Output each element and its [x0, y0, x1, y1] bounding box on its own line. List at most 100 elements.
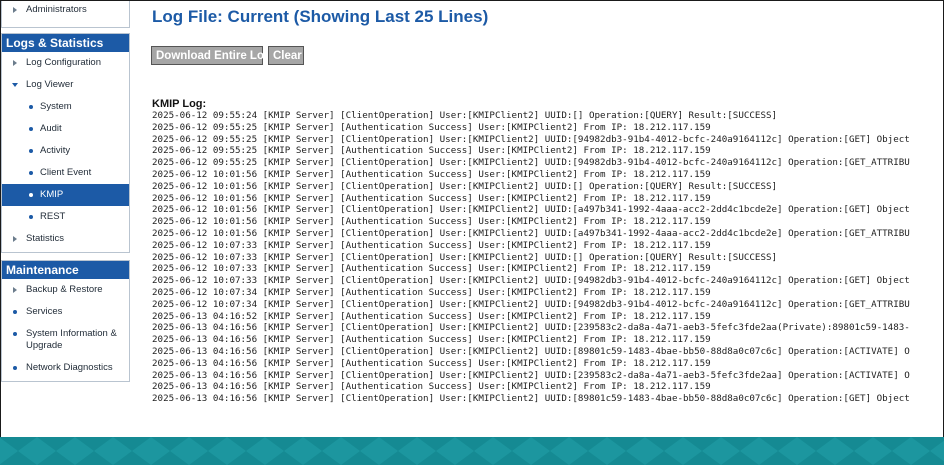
- sidebar-item-label: Client Event: [40, 167, 92, 178]
- log-output: 2025-06-12 09:55:24 [KMIP Server] [Clien…: [152, 110, 943, 410]
- log-line: 2025-06-13 04:16:56 [KMIP Server] [Clien…: [152, 369, 910, 381]
- footer-diamond: [0, 437, 18, 465]
- chevron-down-icon: [12, 83, 18, 87]
- chevron-right-icon: [13, 7, 17, 13]
- log-line: 2025-06-12 09:55:25 [KMIP Server] [Clien…: [152, 133, 910, 145]
- bullet-dot-icon: [29, 171, 33, 175]
- footer-diamond: [512, 437, 550, 465]
- sidebar-item-label: Services: [26, 306, 63, 317]
- app-window: Administrators Logs & Statistics Log Con…: [0, 0, 944, 438]
- log-line: 2025-06-13 04:16:52 [KMIP Server] [Authe…: [152, 310, 711, 322]
- clear-log-button[interactable]: Clear: [268, 46, 304, 65]
- sidebar-item-system-information[interactable]: System Information & Upgrade: [2, 323, 129, 357]
- footer-diamond: [18, 437, 56, 465]
- sidebar-item-statistics[interactable]: Statistics: [2, 228, 129, 250]
- bullet-dot-icon: [13, 310, 17, 314]
- sidebar-item-backup-restore[interactable]: Backup & Restore: [2, 279, 129, 301]
- sidebar-group-admin: Administrators: [1, 1, 130, 28]
- sidebar-item-audit[interactable]: Audit: [2, 118, 129, 140]
- footer-diamond: [892, 437, 930, 465]
- log-line: 2025-06-12 10:07:33 [KMIP Server] [Clien…: [152, 251, 778, 263]
- bullet-dot-icon: [13, 332, 17, 336]
- page-title: Log File: Current (Showing Last 25 Lines…: [152, 7, 489, 26]
- bullet-dot-icon: [29, 105, 33, 109]
- log-line: 2025-06-12 09:55:24 [KMIP Server] [Clien…: [152, 110, 778, 121]
- sidebar-item-label: Audit: [40, 123, 62, 134]
- log-line: 2025-06-12 10:07:33 [KMIP Server] [Authe…: [152, 263, 711, 275]
- sidebar-item-activity[interactable]: Activity: [2, 140, 129, 162]
- footer-diamond: [626, 437, 664, 465]
- footer-diamond: [550, 437, 588, 465]
- log-line: 2025-06-12 09:55:25 [KMIP Server] [Authe…: [152, 145, 711, 157]
- sidebar-item-label: System: [40, 101, 72, 112]
- log-line: 2025-06-12 10:01:56 [KMIP Server] [Clien…: [152, 204, 910, 216]
- log-line: 2025-06-12 10:01:56 [KMIP Server] [Authe…: [152, 168, 711, 180]
- sidebar-item-label: System Information &: [26, 328, 117, 339]
- footer-diamond: [170, 437, 208, 465]
- download-log-button[interactable]: Download Entire Log: [151, 46, 271, 65]
- bullet-dot-icon: [29, 127, 33, 131]
- sidebar-item-client-event[interactable]: Client Event: [2, 162, 129, 184]
- footer-diamond: [246, 437, 284, 465]
- sidebar-item-label: Backup & Restore: [26, 284, 103, 295]
- footer-diamond: [664, 437, 702, 465]
- log-line: 2025-06-13 04:16:56 [KMIP Server] [Authe…: [152, 334, 711, 346]
- footer-diamond: [398, 437, 436, 465]
- sidebar-item-label: Upgrade: [26, 340, 63, 351]
- sidebar-item-label: Network Diagnostics: [26, 362, 113, 373]
- footer-diamond: [360, 437, 398, 465]
- footer-diamond: [208, 437, 246, 465]
- footer-diamond: [740, 437, 778, 465]
- sidebar-item-label: Statistics: [26, 233, 65, 244]
- log-line: 2025-06-13 04:16:56 [KMIP Server] [Authe…: [152, 357, 711, 369]
- log-line: 2025-06-12 10:07:34 [KMIP Server] [Authe…: [152, 286, 711, 298]
- bullet-dot-icon: [13, 366, 17, 370]
- log-line: 2025-06-12 10:07:33 [KMIP Server] [Clien…: [152, 275, 910, 287]
- chevron-right-icon: [13, 236, 17, 242]
- footer-pattern: [0, 437, 944, 465]
- footer-diamond: [778, 437, 816, 465]
- footer-band: [0, 437, 944, 465]
- log-line: 2025-06-13 04:16:56 [KMIP Server] [Clien…: [152, 322, 910, 334]
- sidebar-group-logs: Logs & Statistics Log Configuration Log …: [1, 33, 130, 253]
- log-line: 2025-06-12 10:01:56 [KMIP Server] [Clien…: [152, 180, 778, 192]
- log-line: 2025-06-13 04:16:56 [KMIP Server] [Clien…: [152, 345, 910, 357]
- log-line: 2025-06-12 09:55:25 [KMIP Server] [Authe…: [152, 121, 711, 133]
- log-label: KMIP Log:: [152, 98, 207, 110]
- footer-diamond: [930, 440, 944, 462]
- footer-diamond: [854, 437, 892, 465]
- footer-diamond: [436, 437, 474, 465]
- footer-diamond: [702, 437, 740, 465]
- sidebar-item-system[interactable]: System: [2, 96, 129, 118]
- footer-diamond: [132, 437, 170, 465]
- sidebar-item-services[interactable]: Services: [2, 301, 129, 323]
- footer-diamond: [816, 437, 854, 465]
- footer-diamond: [284, 437, 322, 465]
- sidebar-item-administrators[interactable]: Administrators: [2, 1, 129, 25]
- sidebar-section-title: Maintenance: [2, 261, 129, 279]
- sidebar-item-network-diagnostics[interactable]: Network Diagnostics: [2, 357, 129, 379]
- bullet-dot-icon: [29, 149, 33, 153]
- bullet-dot-icon: [29, 215, 33, 219]
- footer-diamond: [56, 437, 94, 465]
- log-line: 2025-06-13 04:16:56 [KMIP Server] [Authe…: [152, 381, 711, 393]
- log-line: 2025-06-13 04:16:56 [KMIP Server] [Clien…: [152, 393, 910, 405]
- sidebar-item-log-viewer[interactable]: Log Viewer: [2, 74, 129, 96]
- sidebar-item-log-configuration[interactable]: Log Configuration: [2, 52, 129, 74]
- chevron-right-icon: [13, 60, 17, 66]
- log-line: 2025-06-12 10:01:56 [KMIP Server] [Clien…: [152, 227, 910, 239]
- sidebar-item-rest[interactable]: REST: [2, 206, 129, 228]
- sidebar-item-kmip[interactable]: KMIP: [2, 184, 129, 206]
- log-line: 2025-06-12 10:07:33 [KMIP Server] [Authe…: [152, 239, 711, 251]
- sidebar-item-label: Log Viewer: [26, 79, 74, 90]
- sidebar-item-label: KMIP: [40, 189, 64, 200]
- sidebar-item-label: Administrators: [26, 4, 87, 15]
- footer-diamond: [474, 437, 512, 465]
- log-line: 2025-06-12 10:07:34 [KMIP Server] [Clien…: [152, 298, 910, 310]
- sidebar-item-label: Log Configuration: [26, 57, 101, 68]
- log-line: 2025-06-12 09:55:25 [KMIP Server] [Clien…: [152, 157, 910, 169]
- sidebar-section-title: Logs & Statistics: [2, 34, 129, 52]
- log-line: 2025-06-12 10:01:56 [KMIP Server] [Authe…: [152, 216, 711, 228]
- bullet-dot-icon: [29, 193, 33, 197]
- sidebar-group-maintenance: Maintenance Backup & Restore Services Sy…: [1, 260, 130, 382]
